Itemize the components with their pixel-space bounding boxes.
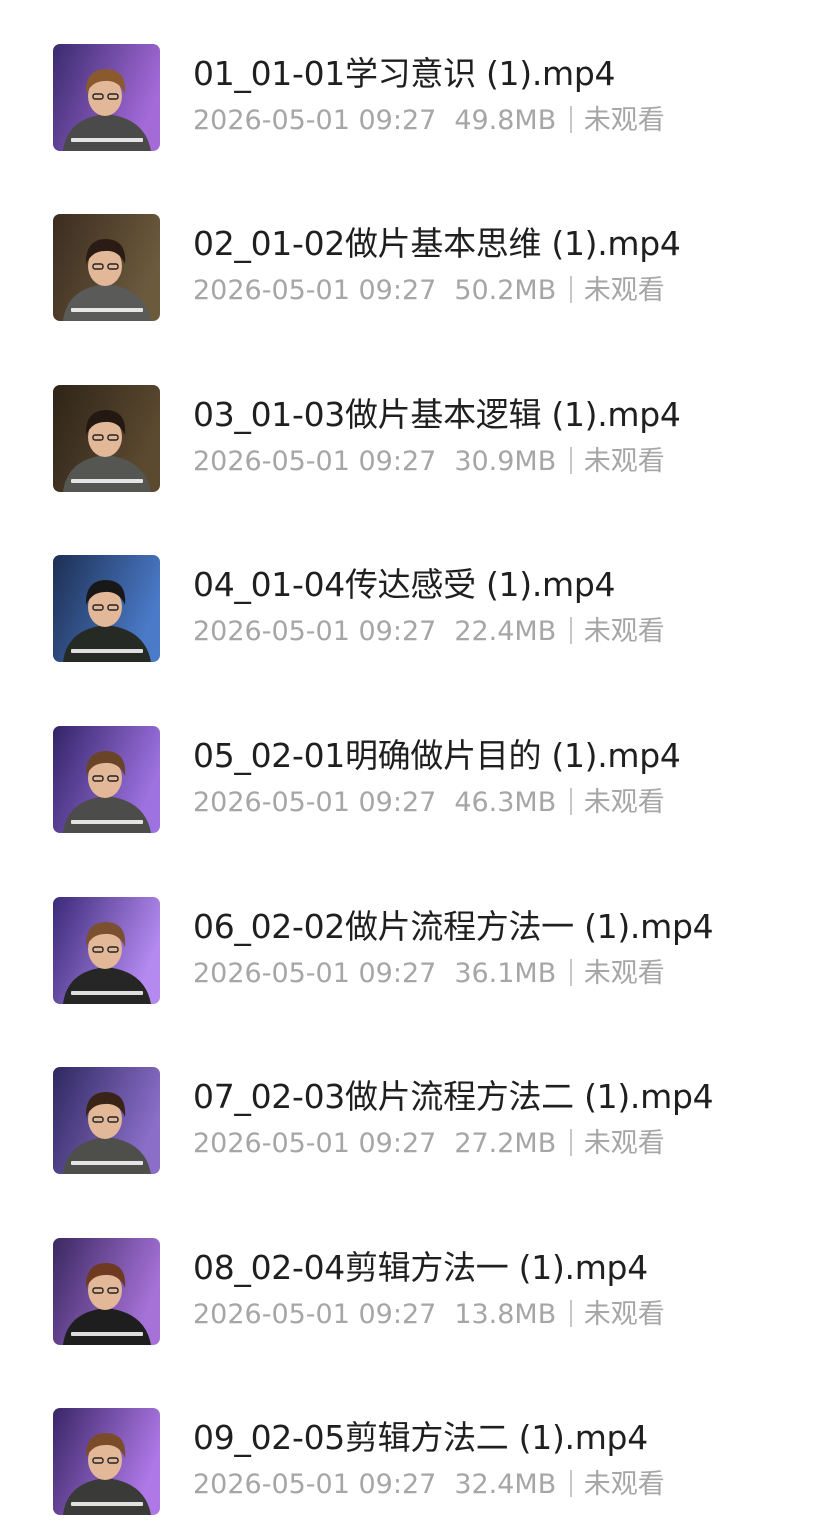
file-name: 02_01-02做片基本思维 (1).mp4 [193, 224, 681, 263]
video-thumbnail[interactable] [53, 1408, 160, 1515]
file-date: 2026-05-01 09:27 [193, 275, 437, 306]
file-meta: 2026-05-01 09:27 50.2MB 未观看 [193, 274, 665, 308]
meta-divider [570, 106, 572, 133]
watch-status: 未观看 [583, 275, 665, 306]
meta-divider [570, 1470, 572, 1497]
file-meta: 2026-05-01 09:27 27.2MB 未观看 [193, 1127, 665, 1161]
watch-status: 未观看 [583, 787, 665, 818]
watch-status: 未观看 [583, 958, 665, 989]
meta-divider [570, 788, 572, 815]
file-meta: 2026-05-01 09:27 13.8MB 未观看 [193, 1298, 665, 1332]
file-name: 06_02-02做片流程方法一 (1).mp4 [193, 907, 714, 946]
video-thumbnail[interactable] [53, 897, 160, 1004]
file-meta: 2026-05-01 09:27 46.3MB 未观看 [193, 786, 665, 820]
video-thumbnail[interactable] [53, 214, 160, 321]
meta-divider [570, 959, 572, 986]
meta-divider [570, 276, 572, 303]
video-thumbnail[interactable] [53, 555, 160, 662]
watch-status: 未观看 [583, 446, 665, 477]
file-size: 32.4MB [454, 1469, 557, 1500]
file-item[interactable]: 07_02-03做片流程方法二 (1).mp4 2026-05-01 09:27… [0, 1067, 828, 1187]
meta-divider [570, 617, 572, 644]
file-name: 04_01-04传达感受 (1).mp4 [193, 565, 616, 604]
file-item[interactable]: 09_02-05剪辑方法二 (1).mp4 2026-05-01 09:27 32… [0, 1408, 828, 1528]
watch-status: 未观看 [583, 105, 665, 136]
file-date: 2026-05-01 09:27 [193, 1469, 437, 1500]
file-size: 49.8MB [454, 105, 557, 136]
meta-divider [570, 447, 572, 474]
file-date: 2026-05-01 09:27 [193, 1128, 437, 1159]
file-item[interactable]: 01_01-01学习意识 (1).mp4 2026-05-01 09:27 49.… [0, 44, 828, 164]
file-meta: 2026-05-01 09:27 32.4MB 未观看 [193, 1468, 665, 1502]
file-size: 13.8MB [454, 1299, 557, 1330]
file-size: 22.4MB [454, 616, 557, 647]
video-thumbnail[interactable] [53, 1238, 160, 1345]
video-thumbnail[interactable] [53, 1067, 160, 1174]
file-size: 50.2MB [454, 275, 557, 306]
file-meta: 2026-05-01 09:27 30.9MB 未观看 [193, 445, 665, 479]
file-date: 2026-05-01 09:27 [193, 1299, 437, 1330]
file-size: 27.2MB [454, 1128, 557, 1159]
file-name: 09_02-05剪辑方法二 (1).mp4 [193, 1418, 648, 1457]
file-item[interactable]: 03_01-03做片基本逻辑 (1).mp4 2026-05-01 09:27 3… [0, 385, 828, 505]
file-meta: 2026-05-01 09:27 22.4MB 未观看 [193, 615, 665, 649]
file-name: 08_02-04剪辑方法一 (1).mp4 [193, 1248, 648, 1287]
file-name: 05_02-01明确做片目的 (1).mp4 [193, 736, 681, 775]
file-date: 2026-05-01 09:27 [193, 616, 437, 647]
watch-status: 未观看 [583, 1128, 665, 1159]
file-name: 03_01-03做片基本逻辑 (1).mp4 [193, 395, 681, 434]
file-date: 2026-05-01 09:27 [193, 787, 437, 818]
file-meta: 2026-05-01 09:27 49.8MB 未观看 [193, 104, 665, 138]
file-size: 36.1MB [454, 958, 557, 989]
file-size: 46.3MB [454, 787, 557, 818]
file-item[interactable]: 08_02-04剪辑方法一 (1).mp4 2026-05-01 09:27 13… [0, 1238, 828, 1358]
file-item[interactable]: 06_02-02做片流程方法一 (1).mp4 2026-05-01 09:27… [0, 897, 828, 1017]
meta-divider [570, 1300, 572, 1327]
video-thumbnail[interactable] [53, 44, 160, 151]
video-thumbnail[interactable] [53, 385, 160, 492]
watch-status: 未观看 [583, 616, 665, 647]
watch-status: 未观看 [583, 1469, 665, 1500]
file-date: 2026-05-01 09:27 [193, 958, 437, 989]
file-size: 30.9MB [454, 446, 557, 477]
file-item[interactable]: 02_01-02做片基本思维 (1).mp4 2026-05-01 09:27 5… [0, 214, 828, 334]
file-date: 2026-05-01 09:27 [193, 446, 437, 477]
video-thumbnail[interactable] [53, 726, 160, 833]
file-item[interactable]: 04_01-04传达感受 (1).mp4 2026-05-01 09:27 22.… [0, 555, 828, 675]
file-name: 07_02-03做片流程方法二 (1).mp4 [193, 1077, 714, 1116]
file-name: 01_01-01学习意识 (1).mp4 [193, 54, 616, 93]
file-item[interactable]: 05_02-01明确做片目的 (1).mp4 2026-05-01 09:27 4… [0, 726, 828, 846]
file-meta: 2026-05-01 09:27 36.1MB 未观看 [193, 957, 665, 991]
file-date: 2026-05-01 09:27 [193, 105, 437, 136]
watch-status: 未观看 [583, 1299, 665, 1330]
meta-divider [570, 1129, 572, 1156]
